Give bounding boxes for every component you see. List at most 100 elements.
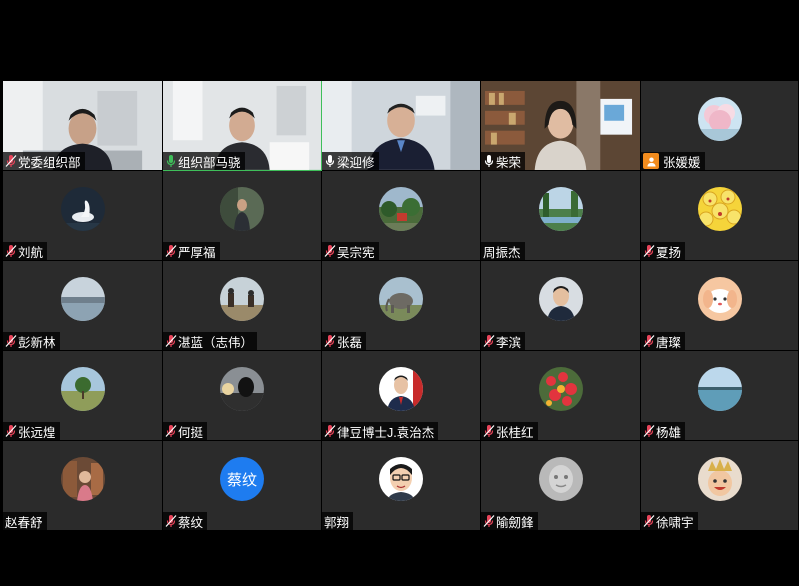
participant-name-label: 梁迎修: [322, 152, 379, 170]
avatar-initials-text: 蔡纹: [226, 471, 257, 489]
participant-grid: 党委组织部 组织部马骁 梁迎修 柴荣 张媛媛刘航 严厚福 吴宗宪 周振杰 夏扬彭新林 湛蓝（志伟）…: [3, 81, 799, 533]
mic-muted-icon: [483, 334, 496, 348]
participant-name: 周振杰: [483, 245, 521, 260]
participant-tile[interactable]: 蔡纹 蔡纹: [163, 441, 322, 531]
participant-name-label: 郭翔: [322, 512, 354, 530]
participant-name-label: 柴荣: [481, 152, 526, 170]
participant-name-label: 何挺: [163, 422, 208, 440]
participant-tile[interactable]: 刘航: [3, 171, 163, 261]
participant-tile[interactable]: 张媛媛: [641, 81, 799, 171]
participant-name-label: 张桂红: [481, 422, 538, 440]
participant-tile[interactable]: 张远煌: [3, 351, 163, 441]
participant-name-label: 蔡纹: [163, 512, 208, 530]
participant-name: 杨雄: [656, 425, 682, 440]
mic-muted-icon: [165, 334, 178, 348]
participant-name: 夏扬: [656, 245, 682, 260]
participant-name: 张桂红: [496, 425, 534, 440]
avatar: [379, 457, 423, 501]
participant-tile[interactable]: 李滨: [481, 261, 641, 351]
avatar: [697, 457, 742, 501]
participant-name: 严厚福: [178, 245, 216, 260]
avatar: [220, 187, 264, 231]
avatar: [379, 367, 423, 411]
avatar: [697, 187, 742, 231]
participant-name: 党委组织部: [18, 155, 81, 170]
mic-muted-icon: [643, 424, 656, 438]
participant-tile[interactable]: 何挺: [163, 351, 322, 441]
mic-muted-icon: [483, 514, 496, 528]
participant-tile[interactable]: 郭翔: [322, 441, 481, 531]
avatar: [220, 367, 264, 411]
participant-tile[interactable]: 夏扬: [641, 171, 799, 261]
mic-muted-icon: [324, 424, 337, 438]
participant-name-label: 唐璨: [641, 332, 686, 350]
mic-muted-icon: [5, 334, 18, 348]
mic-muted-icon: [5, 424, 18, 438]
participant-tile[interactable]: 梁迎修: [322, 81, 481, 171]
participant-tile[interactable]: 彭新林: [3, 261, 163, 351]
participant-name: 张媛媛: [663, 155, 701, 170]
participant-name: 梁迎修: [337, 155, 375, 170]
participant-name: 蔡纹: [178, 515, 204, 530]
participant-name-label: 张媛媛: [641, 152, 705, 170]
participant-name-label: 赵春舒: [3, 512, 47, 530]
participant-tile[interactable]: 隃劒鋒: [481, 441, 641, 531]
participant-name-label: 周振杰: [481, 242, 525, 260]
mic-muted-icon: [5, 154, 18, 168]
avatar: [538, 187, 583, 231]
participant-name-label: 吴宗宪: [322, 242, 379, 260]
participant-name-label: 党委组织部: [3, 152, 85, 170]
mic-muted-icon: [643, 514, 656, 528]
avatar: [538, 457, 583, 501]
participant-name: 唐璨: [656, 335, 682, 350]
avatar: [379, 277, 423, 321]
participant-name-label: 刘航: [3, 242, 48, 260]
participant-name: 刘航: [18, 245, 44, 260]
participant-tile[interactable]: 柴荣: [481, 81, 641, 171]
participant-name: 律豆博士J.袁治杰: [337, 425, 435, 440]
participant-name-label: 杨雄: [641, 422, 686, 440]
participant-tile[interactable]: 严厚福: [163, 171, 322, 261]
mic-icon: [483, 154, 496, 168]
mic-muted-icon: [324, 334, 337, 348]
participant-name: 何挺: [178, 425, 204, 440]
participant-name: 湛蓝（志伟）: [178, 335, 254, 350]
avatar: [60, 457, 105, 501]
person-icon: [643, 153, 659, 169]
participant-name: 组织部马骁: [178, 155, 241, 170]
participant-name-label: 徐啸宇: [641, 512, 698, 530]
participant-name: 张磊: [337, 335, 363, 350]
participant-tile[interactable]: 组织部马骁: [163, 81, 322, 171]
mic-muted-icon: [165, 424, 178, 438]
avatar: [538, 277, 583, 321]
participant-name-label: 夏扬: [641, 242, 686, 260]
avatar-initials: 蔡纹: [220, 457, 264, 501]
participant-name-label: 隃劒鋒: [481, 512, 538, 530]
participant-tile[interactable]: 湛蓝（志伟）: [163, 261, 322, 351]
participant-tile[interactable]: 张桂红: [481, 351, 641, 441]
mic-muted-icon: [483, 424, 496, 438]
participant-name: 张远煌: [18, 425, 56, 440]
participant-name-label: 组织部马骁: [163, 152, 245, 170]
participant-tile[interactable]: 党委组织部: [3, 81, 163, 171]
mic-icon: [165, 154, 178, 168]
avatar: [60, 187, 105, 231]
mic-muted-icon: [165, 244, 178, 258]
participant-name: 李滨: [496, 335, 522, 350]
mic-muted-icon: [165, 514, 178, 528]
participant-tile[interactable]: 吴宗宪: [322, 171, 481, 261]
participant-tile[interactable]: 律豆博士J.袁治杰: [322, 351, 481, 441]
participant-name-label: 张磊: [322, 332, 367, 350]
participant-tile[interactable]: 徐啸宇: [641, 441, 799, 531]
participant-tile[interactable]: 唐璨: [641, 261, 799, 351]
avatar: [697, 367, 742, 411]
participant-tile[interactable]: 张磊: [322, 261, 481, 351]
avatar: [538, 367, 583, 411]
participant-tile[interactable]: 赵春舒: [3, 441, 163, 531]
participant-tile[interactable]: 杨雄: [641, 351, 799, 441]
participant-name-label: 李滨: [481, 332, 526, 350]
avatar: [379, 187, 423, 231]
mic-muted-icon: [5, 244, 18, 258]
participant-tile[interactable]: 周振杰: [481, 171, 641, 261]
participant-name: 吴宗宪: [337, 245, 375, 260]
